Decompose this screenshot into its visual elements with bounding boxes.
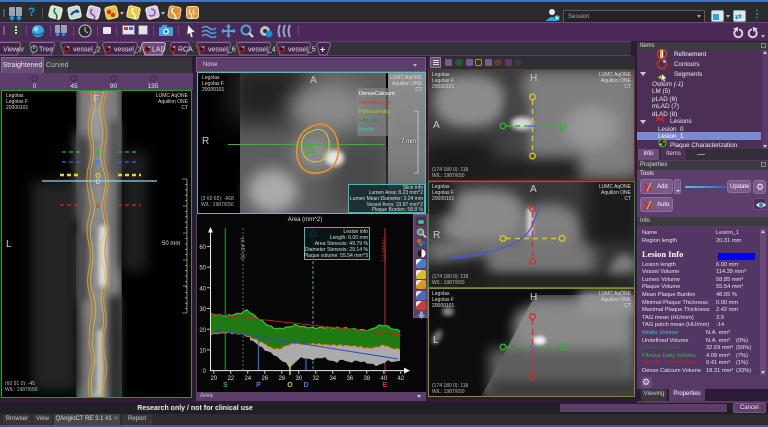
svg-text:135: 135: [148, 83, 159, 90]
svg-text:pLAD (6): pLAD (6): [239, 238, 245, 260]
svg-text:38: 38: [363, 376, 370, 382]
svg-text:30: 30: [295, 376, 302, 382]
svg-text:34: 34: [329, 376, 336, 382]
svg-text:S: S: [223, 382, 228, 389]
svg-text:10: 10: [199, 349, 206, 355]
svg-text:vessel_6: vessel_6: [208, 46, 236, 53]
svg-text:vessel_4: vessel_4: [248, 46, 276, 53]
svg-text:vessel_2: vessel_2: [73, 46, 101, 53]
svg-text:E: E: [96, 203, 101, 210]
svg-text:0: 0: [203, 369, 207, 375]
svg-text:28: 28: [278, 376, 285, 382]
svg-text:30: 30: [199, 307, 206, 313]
svg-text:20: 20: [199, 328, 206, 334]
svg-text:90: 90: [110, 83, 118, 90]
svg-text:45: 45: [70, 83, 78, 90]
svg-text:20: 20: [210, 376, 217, 382]
svg-text:P: P: [256, 382, 261, 389]
svg-text:40: 40: [199, 286, 206, 292]
svg-text:P: P: [96, 160, 101, 167]
svg-text:LAD: LAD: [152, 46, 166, 53]
svg-text:0: 0: [33, 83, 37, 90]
svg-text:24: 24: [244, 376, 251, 382]
svg-text:50: 50: [199, 266, 206, 272]
svg-text:D: D: [303, 382, 308, 389]
svg-text:Tree: Tree: [39, 46, 53, 53]
svg-text:RCA: RCA: [178, 46, 193, 53]
svg-text:36: 36: [346, 376, 353, 382]
svg-text:mLAD (7): mLAD (7): [380, 238, 386, 262]
svg-text:D: D: [95, 179, 100, 186]
svg-text:60: 60: [199, 245, 206, 251]
svg-text:22: 22: [227, 376, 234, 382]
svg-text:+: +: [320, 44, 325, 54]
svg-text:S: S: [96, 150, 101, 157]
svg-text:O: O: [287, 382, 293, 389]
svg-text:42: 42: [397, 376, 404, 382]
svg-text:E: E: [383, 382, 388, 389]
svg-text:26: 26: [261, 376, 268, 382]
svg-text:vessel_5: vessel_5: [288, 46, 316, 53]
svg-text:32: 32: [312, 376, 319, 382]
svg-text:vessel_3: vessel_3: [114, 46, 142, 53]
svg-text:Viewer: Viewer: [3, 46, 25, 53]
